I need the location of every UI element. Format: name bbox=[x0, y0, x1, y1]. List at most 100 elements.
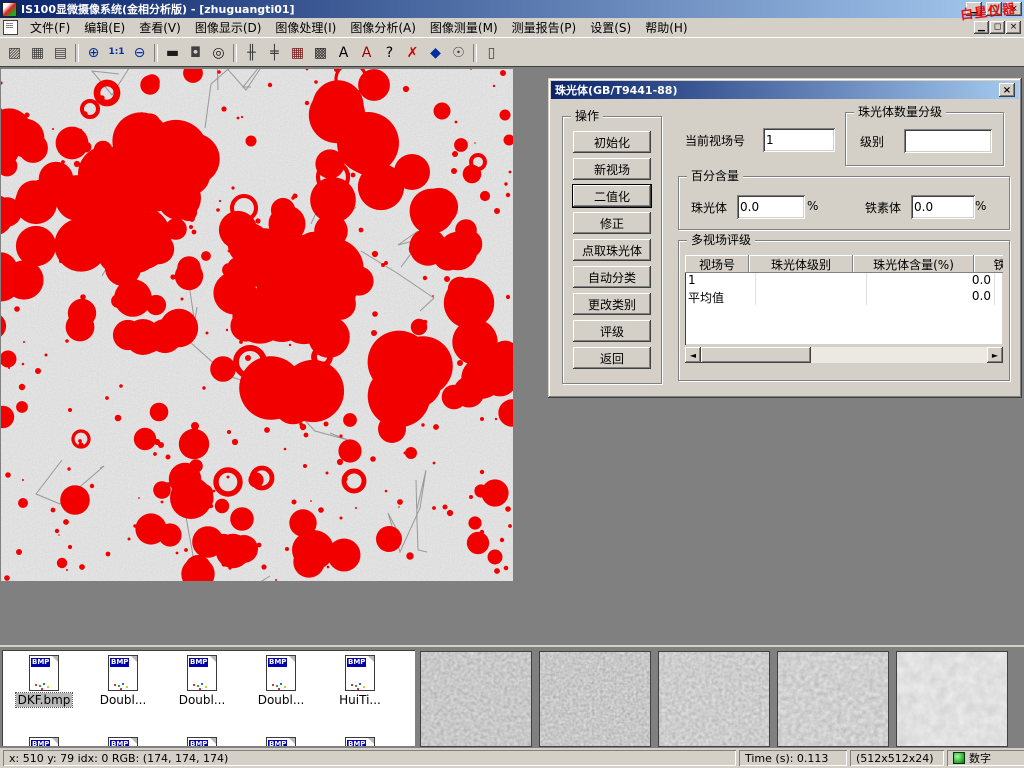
video-capture-icon[interactable]: ▬ bbox=[161, 42, 184, 64]
file-name[interactable]: HuiTi... bbox=[337, 693, 383, 707]
bmp-badge: BMP bbox=[31, 658, 50, 667]
file-name[interactable]: Doubl... bbox=[256, 693, 307, 707]
file-item[interactable]: BMP DKF.bmp bbox=[6, 655, 82, 707]
caliper-horizontal-icon[interactable]: ╪ bbox=[263, 42, 286, 64]
bmp-badge: BMP bbox=[347, 740, 366, 746]
op-button-8[interactable]: 返回 bbox=[573, 347, 651, 369]
menu-item-0[interactable]: 文件(F) bbox=[23, 17, 77, 38]
menu-item-1[interactable]: 编辑(E) bbox=[77, 17, 132, 38]
metallograph-image[interactable] bbox=[1, 69, 513, 581]
cursor-position-status: x: 510 y: 79 idx: 0 RGB: (174, 174, 174) bbox=[3, 750, 736, 766]
current-field-input[interactable] bbox=[763, 128, 835, 152]
menu-item-4[interactable]: 图像处理(I) bbox=[268, 17, 343, 38]
op-button-1[interactable]: 新视场 bbox=[573, 158, 651, 180]
dialog-title-bar[interactable]: 珠光体(GB/T9441-88) × bbox=[551, 81, 1019, 99]
help-icon[interactable]: ? bbox=[378, 42, 401, 64]
camera-icon[interactable]: ◘ bbox=[184, 42, 207, 64]
pearlite-dialog: 珠光体(GB/T9441-88) × 操作 初始化新视场二值化修正点取珠光体自动… bbox=[548, 78, 1022, 398]
status-bar: x: 510 y: 79 idx: 0 RGB: (174, 174, 174)… bbox=[0, 748, 1024, 768]
op-button-2[interactable]: 二值化 bbox=[573, 185, 651, 207]
mdi-restore-button[interactable]: ◻ bbox=[990, 21, 1005, 34]
file-item[interactable]: BMP Doubl... bbox=[243, 655, 319, 707]
save-icon[interactable]: ▦ bbox=[26, 42, 49, 64]
bmp-file-icon: BMP bbox=[345, 655, 375, 691]
scroll-right-button[interactable]: ► bbox=[987, 347, 1003, 363]
scroll-thumb[interactable] bbox=[701, 347, 811, 363]
bmp-file-icon: BMP bbox=[187, 655, 217, 691]
text-label-icon[interactable]: A bbox=[332, 42, 355, 64]
doodle bbox=[35, 684, 37, 686]
op-button-5[interactable]: 自动分类 bbox=[573, 266, 651, 288]
ferrite-percent-input[interactable] bbox=[911, 195, 975, 219]
file-item-partial[interactable]: BMP bbox=[243, 737, 319, 746]
file-item[interactable]: BMP HuiTi... bbox=[322, 655, 398, 707]
menu-item-3[interactable]: 图像显示(D) bbox=[188, 17, 269, 38]
file-item-partial[interactable]: BMP bbox=[85, 737, 161, 746]
operation-buttons: 初始化新视场二值化修正点取珠光体自动分类更改类别评级返回 bbox=[563, 117, 661, 369]
file-item-partial[interactable]: BMP bbox=[164, 737, 240, 746]
pearlite-label: 珠光体 bbox=[691, 199, 727, 216]
zoom-out-icon[interactable]: ⊖ bbox=[128, 42, 151, 64]
sample-thumbnail[interactable] bbox=[896, 651, 1008, 747]
mdi-close-button[interactable]: × bbox=[1006, 21, 1021, 34]
text-annotate-icon[interactable]: A bbox=[355, 42, 378, 64]
table-cell bbox=[756, 273, 867, 289]
op-button-6[interactable]: 更改类别 bbox=[573, 293, 651, 315]
menu-item-5[interactable]: 图像分析(A) bbox=[343, 17, 423, 38]
bmp-badge: BMP bbox=[268, 658, 287, 667]
table-row[interactable]: 平均值0.0 bbox=[685, 289, 1003, 305]
file-item[interactable]: BMP Doubl... bbox=[164, 655, 240, 707]
menu-item-6[interactable]: 图像测量(M) bbox=[423, 17, 505, 38]
print-icon[interactable]: ▤ bbox=[49, 42, 72, 64]
menu-item-2[interactable]: 查看(V) bbox=[132, 17, 188, 38]
dialog-close-button[interactable]: × bbox=[999, 83, 1015, 97]
page-fold bbox=[52, 656, 58, 662]
file-name[interactable]: Doubl... bbox=[177, 693, 228, 707]
file-browser-panel: BMPDKF.bmpBMPDoubl...BMPDoubl...BMPDoubl… bbox=[0, 645, 1024, 750]
open-icon[interactable]: ▨ bbox=[3, 42, 26, 64]
file-item-partial[interactable]: BMP bbox=[6, 737, 82, 746]
op-button-0[interactable]: 初始化 bbox=[573, 131, 651, 153]
maximize-button[interactable]: ◻ bbox=[986, 2, 1002, 16]
page-fold bbox=[368, 656, 374, 662]
ruler-icon[interactable]: ▯ bbox=[480, 42, 503, 64]
minimize-button[interactable]: ▁ bbox=[966, 2, 982, 16]
file-item-partial[interactable]: BMP bbox=[322, 737, 398, 746]
scroll-track[interactable] bbox=[701, 347, 987, 363]
close-button[interactable]: × bbox=[1006, 2, 1022, 16]
op-button-3[interactable]: 修正 bbox=[573, 212, 651, 234]
sample-thumbnail[interactable] bbox=[658, 651, 770, 747]
op-button-7[interactable]: 评级 bbox=[573, 320, 651, 342]
metallograph-svg bbox=[1, 69, 513, 581]
target-icon[interactable]: ◎ bbox=[207, 42, 230, 64]
pearlite-percent-input[interactable] bbox=[737, 195, 805, 219]
menu-item-7[interactable]: 测量报告(P) bbox=[505, 17, 584, 38]
menu-item-9[interactable]: 帮助(H) bbox=[638, 17, 694, 38]
marker-icon[interactable]: ◆ bbox=[424, 42, 447, 64]
actual-size-icon[interactable]: 1:1 bbox=[105, 42, 128, 64]
file-name[interactable]: Doubl... bbox=[98, 693, 149, 707]
preview-icon[interactable]: ☉ bbox=[447, 42, 470, 64]
op-button-4[interactable]: 点取珠光体 bbox=[573, 239, 651, 261]
app-icon bbox=[2, 2, 17, 17]
caliper-vertical-icon[interactable]: ╫ bbox=[240, 42, 263, 64]
sample-thumbnail[interactable] bbox=[420, 651, 532, 747]
bmp-badge: BMP bbox=[347, 658, 366, 667]
child-window-icon[interactable] bbox=[3, 20, 18, 35]
doodle bbox=[351, 684, 353, 686]
scroll-left-button[interactable]: ◄ bbox=[685, 347, 701, 363]
level-input[interactable] bbox=[904, 129, 992, 153]
table-row[interactable]: 10.0 bbox=[685, 273, 1003, 289]
sample-thumbnail[interactable] bbox=[539, 651, 651, 747]
mdi-minimize-button[interactable]: ▁ bbox=[974, 21, 989, 34]
delete-measure-icon[interactable]: ✗ bbox=[401, 42, 424, 64]
sample-thumbnail[interactable] bbox=[777, 651, 889, 747]
toolbar-separator bbox=[473, 44, 477, 62]
menu-item-8[interactable]: 设置(S) bbox=[583, 17, 638, 38]
grid-dark-icon[interactable]: ▩ bbox=[309, 42, 332, 64]
file-item[interactable]: BMPDoubl... bbox=[85, 655, 161, 707]
zoom-in-icon[interactable]: ⊕ bbox=[82, 42, 105, 64]
measure-grid-icon[interactable]: ▦ bbox=[286, 42, 309, 64]
file-name[interactable]: DKF.bmp bbox=[16, 693, 73, 707]
dialog-title: 珠光体(GB/T9441-88) bbox=[555, 82, 677, 98]
